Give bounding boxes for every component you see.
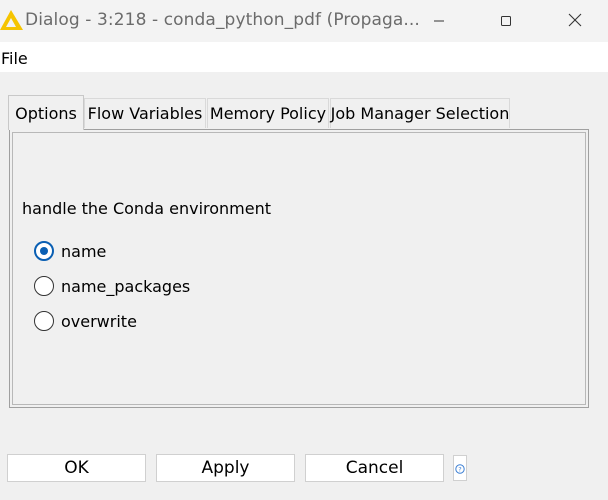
help-icon: ? (455, 459, 465, 478)
radio-name-option[interactable]: name (34, 239, 106, 263)
radio-label: name (61, 241, 107, 261)
menu-bar: File (0, 42, 608, 72)
radio-label: name_packages (61, 276, 191, 296)
conda-environment-label: handle the Conda environment (22, 199, 272, 218)
window-title: Dialog - 3:218 - conda_python_pdf (Propa… (25, 10, 420, 30)
tab-job-manager-selection[interactable]: Job Manager Selection (330, 98, 510, 128)
close-icon (568, 12, 582, 31)
ok-button[interactable]: OK (7, 454, 146, 482)
warning-triangle-icon (0, 8, 24, 32)
radio-label: overwrite (61, 311, 137, 331)
cancel-button[interactable]: Cancel (305, 454, 444, 482)
apply-button[interactable]: Apply (156, 454, 295, 482)
close-button[interactable] (552, 0, 598, 42)
title-bar: Dialog - 3:218 - conda_python_pdf (Propa… (0, 0, 608, 42)
tab-memory-policy[interactable]: Memory Policy (207, 98, 329, 128)
maximize-button[interactable] (483, 0, 529, 42)
menu-file[interactable]: File (1, 49, 28, 68)
radio-name-packages-option[interactable]: name_packages (34, 274, 190, 298)
maximize-icon (500, 12, 512, 31)
radio-button[interactable] (34, 311, 54, 331)
tab-options[interactable]: Options (8, 95, 84, 130)
help-button[interactable]: ? (453, 455, 467, 481)
svg-text:?: ? (458, 465, 461, 473)
radio-button[interactable] (34, 276, 54, 296)
minimize-icon (433, 12, 445, 31)
radio-button-checked[interactable] (34, 241, 54, 261)
tab-flow-variables[interactable]: Flow Variables (84, 98, 206, 128)
options-panel (9, 129, 589, 408)
minimize-button[interactable] (416, 0, 462, 42)
radio-overwrite-option[interactable]: overwrite (34, 309, 137, 333)
options-panel-inner (12, 132, 586, 405)
